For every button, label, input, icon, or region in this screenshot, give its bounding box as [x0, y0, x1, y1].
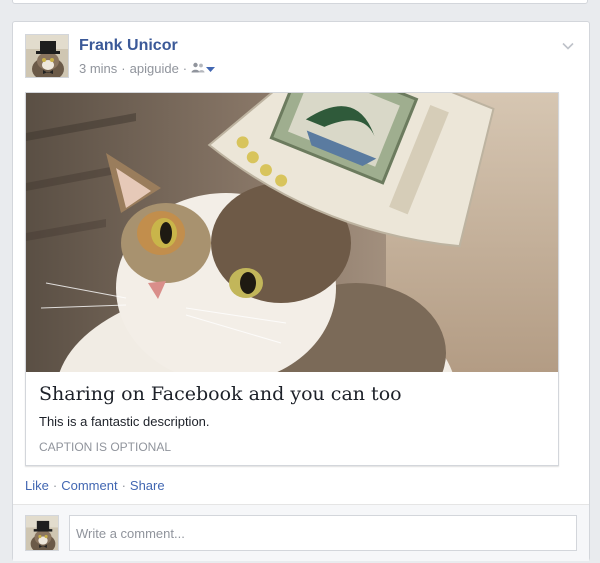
meta-separator: · [182, 61, 188, 76]
share-caption: CAPTION IS OPTIONAL [39, 440, 172, 454]
timestamp[interactable]: 3 mins [79, 61, 117, 76]
meta-separator: · [121, 61, 126, 76]
friends-icon [191, 61, 205, 76]
share-link[interactable]: Share [130, 478, 165, 493]
link-share-attachment[interactable]: Sharing on Facebook and you can too This… [25, 92, 559, 466]
like-link[interactable]: Like [25, 478, 49, 493]
share-description: This is a fantastic description. [39, 414, 210, 429]
chevron-down-icon[interactable] [561, 38, 575, 50]
audience-selector[interactable] [191, 61, 216, 76]
previous-post-edge [12, 0, 588, 4]
share-title[interactable]: Sharing on Facebook and you can too [39, 383, 402, 405]
viewer-avatar[interactable] [25, 515, 59, 551]
post-actions: Like · Comment · Share [25, 478, 165, 493]
feed-post: Frank Unicor 3 mins · apiguide · Sharing… [12, 21, 590, 561]
post-meta: 3 mins · apiguide · [79, 61, 216, 76]
author-avatar[interactable] [25, 34, 69, 78]
caret-down-icon [205, 61, 216, 76]
action-separator: · [121, 478, 126, 493]
news-feed: Frank Unicor 3 mins · apiguide · Sharing… [0, 0, 600, 563]
source-app[interactable]: apiguide [130, 61, 179, 76]
author-name[interactable]: Frank Unicor [79, 37, 178, 55]
comment-composer [13, 504, 589, 561]
comment-input[interactable] [69, 515, 577, 551]
comment-link[interactable]: Comment [61, 478, 117, 493]
action-separator: · [52, 478, 58, 493]
share-image[interactable] [26, 93, 558, 372]
